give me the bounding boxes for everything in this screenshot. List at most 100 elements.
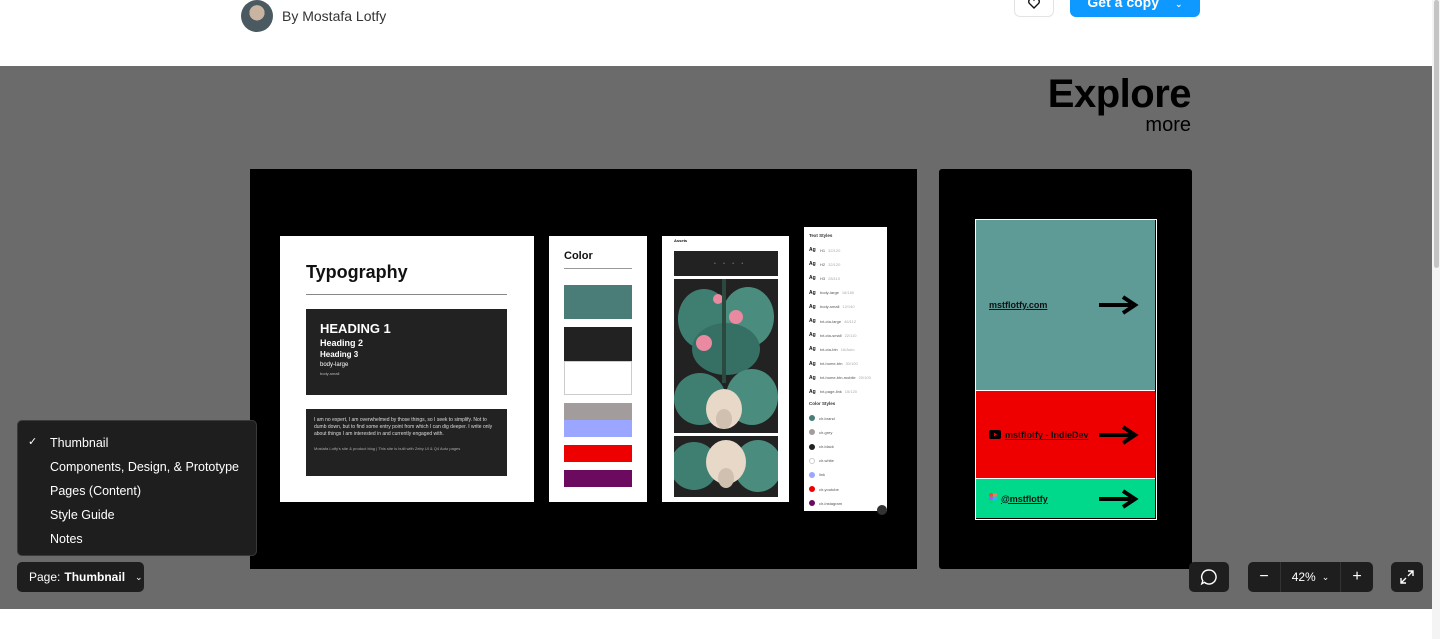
text-style-row: Ag H3 28/110 (809, 271, 887, 285)
file-header: By Mostafa Lotfy Get a copy ⌄ (0, 0, 1432, 66)
explore-subtitle: more (1145, 114, 1191, 136)
page-option-thumbnail[interactable]: ✓ Thumbnail (18, 431, 256, 455)
text-style-name: txt-cta-small (820, 332, 842, 338)
heart-icon (1028, 0, 1040, 12)
text-style-ag: Ag (809, 275, 816, 282)
text-style-ag: Ag (809, 388, 816, 395)
text-styles-list: Ag H1 32/120 Ag H2 32/120 Ag H3 28/110 Ag body-lar… (809, 243, 887, 399)
paragraph-text: I am no expert, I am overwhelmed by thos… (314, 417, 493, 437)
zoom-controls: − 42% ⌄ + (1248, 562, 1373, 592)
swatch-instagram (564, 470, 632, 487)
color-style-name: clr-grey (819, 429, 833, 435)
text-style-ag: Ag (809, 360, 816, 367)
swatch-grey (564, 403, 632, 420)
text-style-spec: 46/112 (844, 318, 857, 324)
color-style-name: clr-youtube (819, 486, 839, 492)
figma-icon (989, 493, 997, 504)
text-style-spec: 30/100 (845, 361, 858, 367)
page-option-label: Pages (Content) (50, 484, 142, 498)
heading-3-sample: Heading 3 (320, 350, 359, 359)
fullscreen-button[interactable] (1391, 562, 1423, 592)
color-style-dot (809, 443, 815, 450)
text-style-row: Ag H1 32/120 (809, 243, 887, 257)
get-a-copy-button[interactable]: Get a copy ⌄ (1070, 0, 1200, 17)
explore-more-heading: Explore more (1030, 72, 1192, 136)
text-style-row: Ag txt-home-btn 30/100 (809, 357, 887, 371)
text-style-spec: 12/140 (842, 304, 855, 310)
text-style-ag: Ag (809, 332, 816, 339)
text-style-spec: 32/120 (828, 247, 841, 253)
color-style-row: link (809, 468, 887, 482)
page-option-notes[interactable]: Notes (18, 527, 256, 551)
author-byline[interactable]: By Mostafa Lotfy (282, 8, 386, 24)
paragraph-sample: I am no expert, I am overwhelmed by thos… (306, 409, 507, 476)
text-style-ag: Ag (809, 374, 816, 381)
text-style-ag: Ag (809, 303, 816, 310)
comment-icon (1200, 569, 1217, 586)
link-website-text[interactable]: mstflotfy.com (989, 300, 1047, 310)
link-youtube-text[interactable]: mstflotfy - IndieDev (989, 430, 1089, 440)
color-card: Color (549, 236, 647, 502)
explore-title: Explore (1047, 72, 1192, 116)
zoom-out-button[interactable]: − (1248, 562, 1280, 592)
page-dropdown-menu: ✓ Thumbnail Components, Design, & Protot… (17, 420, 257, 556)
text-style-ag: Ag (809, 247, 816, 254)
comment-button[interactable] (1189, 562, 1229, 592)
page-selector-prefix: Page: (29, 570, 61, 584)
text-style-ag: Ag (809, 346, 816, 353)
page-option-label: Notes (50, 532, 83, 546)
link-youtube[interactable]: mstflotfy - IndieDev (976, 391, 1155, 479)
page-option-style-guide[interactable]: Style Guide (18, 503, 256, 527)
figma-link-label: @mstflotfy (1001, 493, 1048, 504)
text-style-name: H2 (820, 261, 826, 267)
divider (564, 268, 632, 269)
style-guide-card: Text Styles Ag H1 32/120 Ag H2 32/120 Ag H3 28/1… (804, 227, 887, 511)
page-option-components[interactable]: Components, Design, & Prototype (18, 455, 256, 479)
text-style-spec: 16/Auto (840, 346, 855, 352)
author-avatar[interactable] (241, 0, 273, 32)
swatch-link (564, 420, 632, 437)
swatch-youtube (564, 445, 632, 462)
text-style-ag: Ag (809, 261, 816, 268)
like-button[interactable] (1014, 0, 1054, 17)
link-figma-text[interactable]: @mstflotfy (989, 493, 1048, 504)
scrollbar-thumb[interactable] (1434, 0, 1439, 268)
text-style-row: Ag txt-page-link 15/120 (809, 385, 887, 399)
zoom-in-button[interactable]: + (1341, 562, 1373, 592)
text-style-name: H3 (820, 275, 826, 281)
text-style-spec: 28/110 (828, 275, 841, 281)
color-title: Color (564, 250, 593, 262)
text-style-spec: 16/160 (841, 290, 855, 296)
link-figma[interactable]: @mstflotfy (976, 479, 1155, 518)
color-style-row: clr-black (809, 439, 887, 453)
text-style-row: Ag txt-home-btn-mobile 20/100 (809, 371, 887, 385)
page-option-label: Style Guide (50, 508, 115, 522)
color-style-dot (809, 429, 815, 436)
heading-1-sample: HEADING 1 (320, 321, 391, 336)
text-style-spec: 15/120 (844, 389, 858, 395)
link-website[interactable]: mstflotfy.com (976, 220, 1155, 391)
color-style-name: clr-black (819, 444, 834, 450)
chevron-down-icon: ⌄ (1175, 0, 1183, 9)
text-style-row: Ag txt-cta-btn 16/Auto (809, 342, 887, 356)
text-style-row: Ag txt-cta-small 22/110 (809, 328, 887, 342)
asset-nav-bar: • • • • (674, 251, 778, 276)
page-selector-button[interactable]: Page: Thumbnail ⌄ (17, 562, 144, 592)
heading-2-sample: Heading 2 (320, 338, 364, 348)
color-styles-list: clr-brand clr-grey clr-black clr-white link c… (809, 411, 887, 510)
page-option-pages[interactable]: Pages (Content) (18, 479, 256, 503)
color-style-dot (809, 500, 815, 507)
color-style-dot (809, 415, 815, 422)
swatch-white (564, 361, 632, 395)
canvas-bottom-strip (0, 609, 1432, 639)
swatch-brand (564, 285, 632, 319)
text-style-name: txt-home-btn (820, 361, 843, 367)
text-style-name: body-large (820, 290, 839, 296)
text-style-name: txt-cta-large (820, 318, 842, 324)
zoom-level-dropdown[interactable]: 42% ⌄ (1280, 562, 1341, 592)
color-style-dot (809, 486, 815, 493)
resize-handle (877, 505, 887, 515)
text-style-spec: 20/100 (858, 375, 871, 381)
text-style-row: Ag H2 32/120 (809, 257, 887, 271)
color-style-row: clr-white (809, 454, 887, 468)
